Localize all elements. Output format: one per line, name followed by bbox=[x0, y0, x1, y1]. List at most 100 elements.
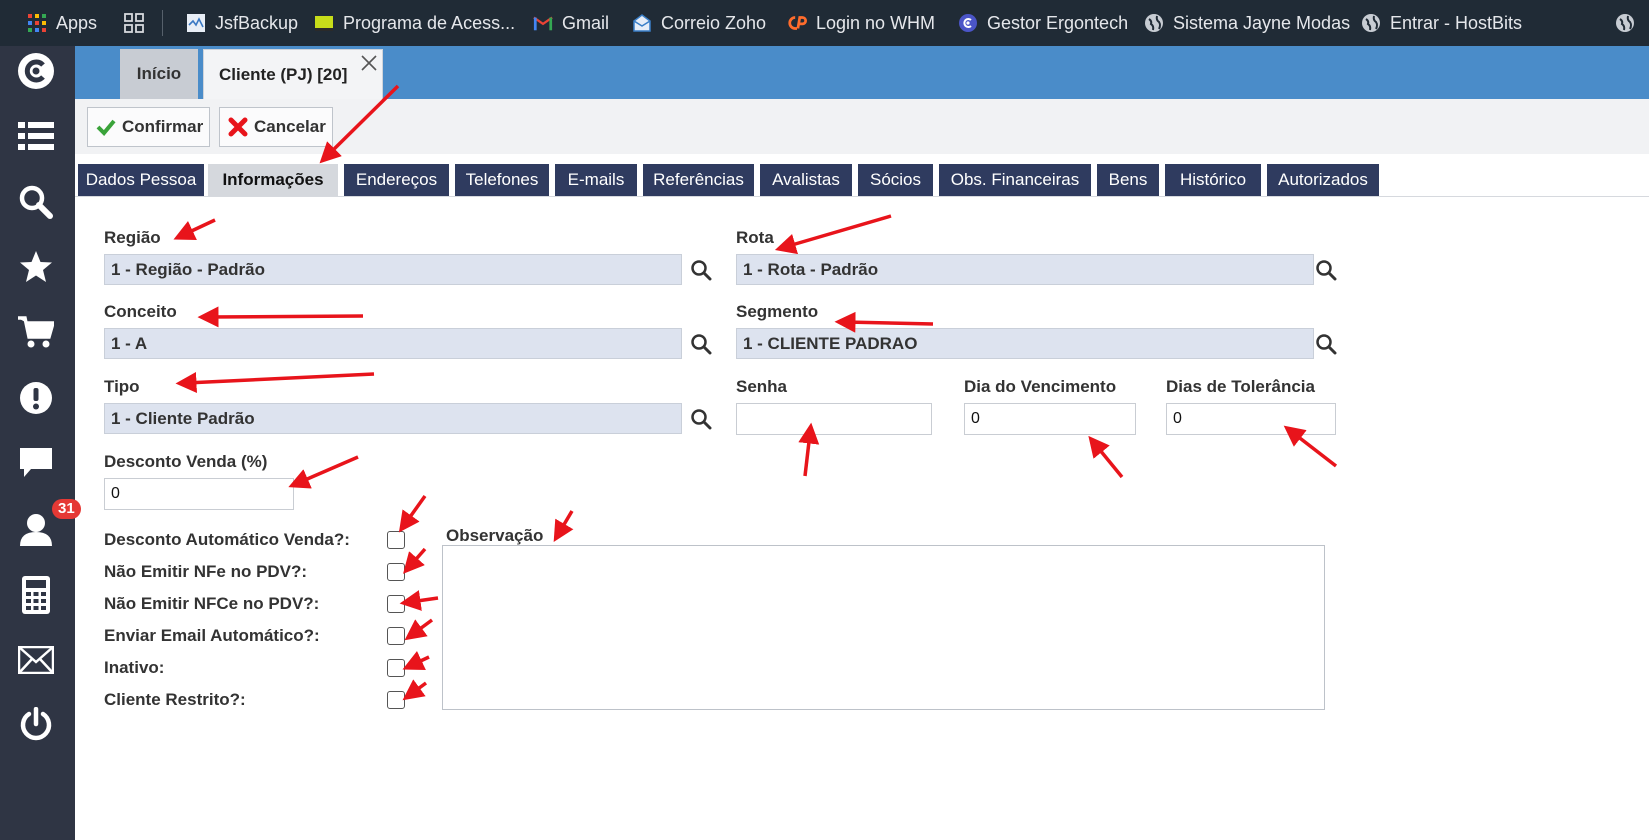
dias-tolerancia-label: Dias de Tolerância bbox=[1166, 377, 1315, 396]
tab-label: Cliente (PJ) [20] bbox=[219, 64, 348, 84]
tab-cliente[interactable]: Cliente (PJ) [20] bbox=[203, 49, 383, 99]
desconto-venda-label: Desconto Venda (%) bbox=[104, 452, 268, 471]
apps-grid-icon bbox=[27, 13, 47, 33]
observacao-label: Observação bbox=[446, 526, 544, 545]
arrow-annotation bbox=[1088, 435, 1124, 479]
ergontech-icon bbox=[958, 13, 978, 33]
conceito-field[interactable]: 1 - A bbox=[104, 328, 682, 359]
search-icon[interactable] bbox=[14, 180, 58, 224]
chat-icon[interactable] bbox=[14, 441, 58, 485]
close-icon[interactable] bbox=[360, 54, 378, 72]
logo-icon[interactable] bbox=[14, 49, 58, 93]
search-icon[interactable] bbox=[687, 254, 715, 285]
search-icon[interactable] bbox=[1312, 328, 1340, 359]
tab-bens[interactable]: Bens bbox=[1097, 164, 1159, 196]
mail-icon[interactable] bbox=[14, 638, 58, 682]
senha-label: Senha bbox=[736, 377, 788, 396]
arrow-annotation bbox=[553, 510, 574, 543]
inativo-checkbox[interactable] bbox=[387, 659, 405, 677]
rota-field[interactable]: 1 - Rota - Padrão bbox=[736, 254, 1314, 285]
observacao-textarea[interactable] bbox=[442, 545, 1325, 710]
tab-inicio[interactable]: Início bbox=[120, 49, 198, 99]
tab-historico[interactable]: Histórico bbox=[1165, 164, 1261, 196]
bookmark-whm[interactable]: Login no WHM bbox=[787, 0, 935, 46]
arrow-annotation bbox=[402, 679, 428, 701]
bookmark-tab-groups[interactable] bbox=[124, 0, 153, 46]
bookmark-gmail[interactable]: Gmail bbox=[533, 0, 609, 46]
bookmark-apps[interactable]: Apps bbox=[27, 0, 97, 46]
bookmark-hostbits[interactable]: Entrar - HostBits bbox=[1361, 0, 1522, 46]
tab-enderecos[interactable]: Endereços bbox=[344, 164, 449, 196]
tab-emails[interactable]: E-mails bbox=[555, 164, 637, 196]
arrow-annotation bbox=[402, 651, 430, 671]
star-icon[interactable] bbox=[14, 245, 58, 289]
regiao-field[interactable]: 1 - Região - Padrão bbox=[104, 254, 682, 285]
search-icon[interactable] bbox=[687, 328, 715, 359]
checkbox-label: Desconto Automático Venda?: bbox=[104, 530, 350, 549]
zoho-mail-icon bbox=[632, 13, 652, 33]
desconto-venda-input[interactable] bbox=[104, 478, 294, 510]
bookmark-zoho[interactable]: Correio Zoho bbox=[632, 0, 766, 46]
tab-label: Referências bbox=[653, 170, 744, 189]
confirm-button[interactable]: Confirmar bbox=[87, 107, 210, 147]
bookmark-label: Sistema Jayne Modas bbox=[1173, 12, 1351, 33]
bookmark-label: Gestor Ergontech bbox=[987, 12, 1129, 33]
nao-emitir-nfe-checkbox[interactable] bbox=[387, 563, 405, 581]
arrow-annotation bbox=[399, 590, 439, 611]
section-tabs: Dados Pessoa Informações Endereços Telef… bbox=[75, 154, 1649, 197]
tab-label: Avalistas bbox=[772, 170, 840, 189]
bookmark-divider bbox=[162, 10, 163, 36]
checkbox-label: Enviar Email Automático?: bbox=[104, 626, 320, 645]
cart-icon[interactable] bbox=[14, 310, 58, 354]
bookmark-jsfbackup[interactable]: JsfBackup bbox=[186, 0, 298, 46]
senha-input[interactable] bbox=[736, 403, 932, 435]
tab-referencias[interactable]: Referências bbox=[643, 164, 754, 196]
tab-label: Bens bbox=[1108, 170, 1148, 189]
tab-label: Endereços bbox=[355, 170, 438, 189]
arrow-annotation bbox=[173, 218, 216, 241]
dias-tolerancia-input[interactable] bbox=[1166, 403, 1336, 435]
list-icon[interactable] bbox=[14, 114, 58, 158]
notification-badge: 31 bbox=[52, 499, 81, 519]
jsfbackup-icon bbox=[186, 13, 206, 33]
tab-socios[interactable]: Sócios bbox=[858, 164, 933, 196]
arrow-annotation bbox=[197, 306, 364, 328]
bookmark-programa[interactable]: Programa de Acess... bbox=[314, 0, 515, 46]
bookmark-jayne[interactable]: Sistema Jayne Modas bbox=[1144, 0, 1350, 46]
bookmark-label: Correio Zoho bbox=[661, 12, 767, 33]
tab-obs-financeiras[interactable]: Obs. Financeiras bbox=[939, 164, 1091, 196]
arrow-annotation bbox=[403, 547, 427, 574]
cliente-restrito-checkbox[interactable] bbox=[387, 691, 405, 709]
toolbar: Confirmar Cancelar bbox=[75, 99, 1649, 154]
segmento-field[interactable]: 1 - CLIENTE PADRAO bbox=[736, 328, 1314, 359]
tab-avalistas[interactable]: Avalistas bbox=[760, 164, 852, 196]
tab-dados-pessoa[interactable]: Dados Pessoa bbox=[78, 164, 204, 196]
nao-emitir-nfce-checkbox[interactable] bbox=[387, 595, 405, 613]
arrow-annotation bbox=[834, 311, 934, 333]
tab-label: Sócios bbox=[869, 170, 922, 189]
user-icon[interactable]: 31 bbox=[14, 499, 81, 551]
dia-vencimento-input[interactable] bbox=[964, 403, 1136, 435]
cancel-button[interactable]: Cancelar bbox=[219, 107, 333, 147]
segmento-label: Segmento bbox=[736, 302, 819, 321]
desconto-automatico-checkbox[interactable] bbox=[387, 531, 405, 549]
tab-telefones[interactable]: Telefones bbox=[455, 164, 549, 196]
tab-informacoes[interactable]: Informações bbox=[208, 164, 338, 196]
tipo-field[interactable]: 1 - Cliente Padrão bbox=[104, 403, 682, 434]
sidebar: 31 bbox=[0, 46, 81, 840]
tab-label: E-mails bbox=[567, 170, 625, 189]
power-icon[interactable] bbox=[14, 703, 58, 747]
yellow-square-icon bbox=[314, 13, 334, 33]
search-icon[interactable] bbox=[1312, 254, 1340, 285]
bookmarks-bar: Apps JsfBackup Programa de Acess... Gmai… bbox=[0, 0, 1649, 46]
bookmark-overflow[interactable] bbox=[1615, 0, 1644, 46]
bookmark-ergontech[interactable]: Gestor Ergontech bbox=[958, 0, 1128, 46]
x-icon bbox=[228, 117, 248, 137]
bookmark-label: Entrar - HostBits bbox=[1390, 12, 1523, 33]
calculator-icon[interactable] bbox=[14, 573, 58, 617]
alert-icon[interactable] bbox=[14, 376, 58, 420]
enviar-email-checkbox[interactable] bbox=[387, 627, 405, 645]
bookmark-label: Programa de Acess... bbox=[343, 12, 516, 33]
tab-autorizados[interactable]: Autorizados bbox=[1267, 164, 1379, 196]
search-icon[interactable] bbox=[687, 403, 715, 434]
